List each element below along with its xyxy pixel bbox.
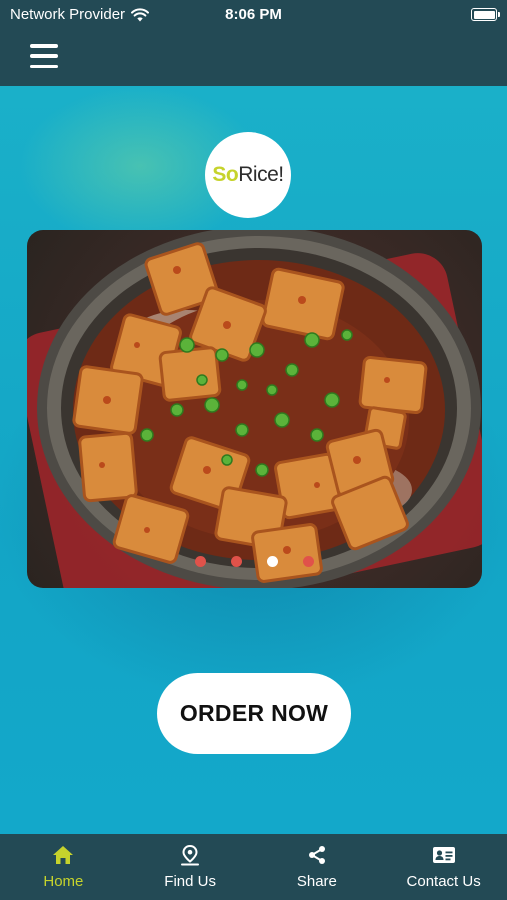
slider-pagination[interactable]	[27, 556, 482, 567]
share-icon	[307, 843, 327, 867]
tab-share-label: Share	[296, 873, 337, 890]
top-nav-bar	[0, 30, 507, 86]
food-image-slider[interactable]	[27, 230, 482, 588]
status-time: 8:06 PM	[225, 6, 282, 23]
home-icon	[52, 843, 74, 867]
tab-find-us-label: Find Us	[164, 873, 216, 890]
logo-rice: Rice!	[238, 163, 284, 186]
tab-home[interactable]: Home	[0, 834, 127, 900]
tab-contact-us-label: Contact Us	[406, 873, 481, 890]
tab-find-us[interactable]: Find Us	[127, 834, 254, 900]
home-screen: So Rice! ORDER NOW	[0, 86, 507, 834]
tab-contact-us[interactable]: Contact Us	[380, 834, 507, 900]
bottom-tab-bar: Home Find Us Share Contact Us	[0, 834, 507, 900]
logo-so: So	[212, 163, 239, 186]
sorice-logo: So Rice!	[205, 132, 291, 218]
slider-dot[interactable]	[303, 556, 314, 567]
hamburger-menu-icon[interactable]	[30, 44, 58, 68]
status-bar: Network Provider 8:06 PM	[0, 0, 507, 30]
tab-home-label: Home	[43, 873, 84, 890]
battery-icon	[471, 8, 500, 21]
slider-dot[interactable]	[231, 556, 242, 567]
slider-dot-active[interactable]	[267, 556, 278, 567]
food-photo-image	[27, 230, 482, 588]
contact-card-icon	[432, 843, 456, 867]
slider-dot[interactable]	[195, 556, 206, 567]
tab-share[interactable]: Share	[254, 834, 381, 900]
order-now-button[interactable]: ORDER NOW	[157, 673, 351, 754]
location-pin-icon	[180, 843, 200, 867]
